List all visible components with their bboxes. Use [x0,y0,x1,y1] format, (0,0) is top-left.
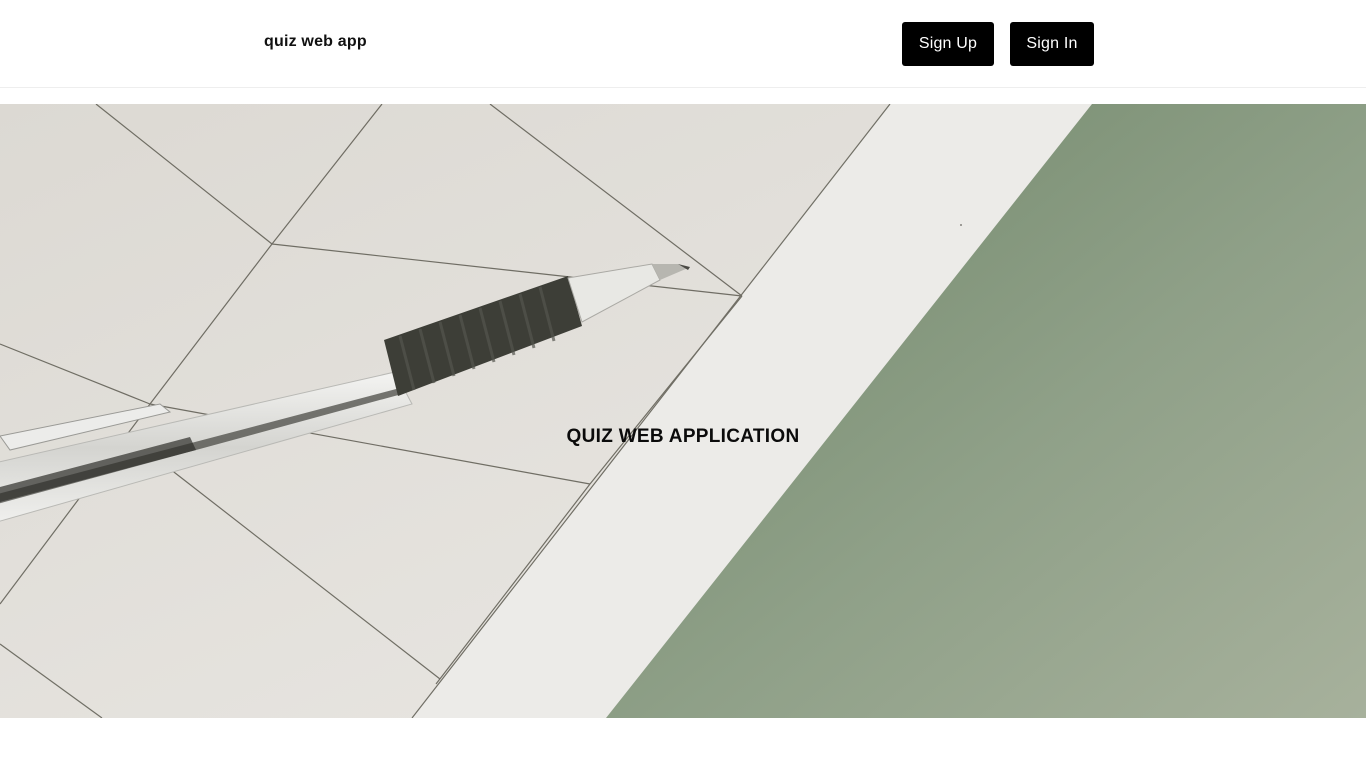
hero-banner: QUIZ WEB APPLICATION [0,104,1366,718]
sign-up-button[interactable]: Sign Up [902,22,994,66]
sign-in-button[interactable]: Sign In [1010,22,1094,66]
hero-title: QUIZ WEB APPLICATION [566,426,800,447]
brand-logo-text[interactable]: quiz web app [264,33,367,51]
top-navbar: quiz web app Sign Up Sign In [0,0,1366,88]
hero-background-image [0,104,1366,718]
